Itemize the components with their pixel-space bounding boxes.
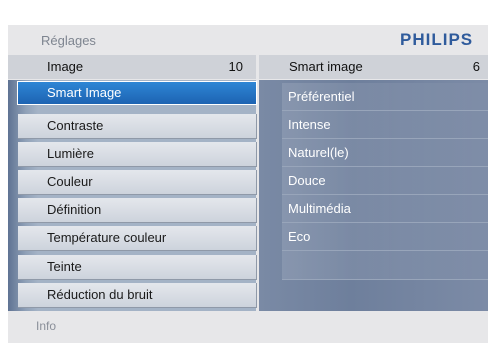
option-eco[interactable]: Eco xyxy=(282,223,488,251)
left-column-header: Image 10 xyxy=(8,55,256,79)
right-column-count: 6 xyxy=(472,59,480,74)
left-column-count: 10 xyxy=(228,59,243,74)
menu-item-noise-reduction[interactable]: Réduction du bruit xyxy=(18,283,257,308)
menu-item-color[interactable]: Couleur xyxy=(18,170,257,195)
menu-item-contrast[interactable]: Contraste xyxy=(18,114,257,139)
menu-item-smart-image[interactable]: Smart Image xyxy=(17,81,257,105)
menu-item-sharpness[interactable]: Définition xyxy=(18,198,257,223)
option-natural[interactable]: Naturel(le) xyxy=(282,139,488,167)
option-label: Préférentiel xyxy=(288,89,355,104)
option-preferential[interactable]: Préférentiel xyxy=(282,83,488,111)
smart-image-options-list: Préférentiel Intense Naturel(le) Douce M… xyxy=(259,80,488,311)
option-label: Douce xyxy=(288,173,326,188)
option-empty-row xyxy=(282,251,488,280)
option-intense[interactable]: Intense xyxy=(282,111,488,139)
brand-logo: PHILIPS xyxy=(400,30,474,49)
menu-item-color-temperature[interactable]: Température couleur xyxy=(18,226,257,251)
right-column-header: Smart image 6 xyxy=(259,55,488,79)
option-label: Naturel(le) xyxy=(288,145,349,160)
option-label: Multimédia xyxy=(288,201,351,216)
left-column-title: Image xyxy=(47,59,84,74)
info-label[interactable]: Info xyxy=(36,319,56,333)
option-label: Eco xyxy=(288,229,311,244)
menu-item-brightness[interactable]: Lumière xyxy=(18,142,257,167)
option-multimedia[interactable]: Multimédia xyxy=(282,195,488,223)
option-soft[interactable]: Douce xyxy=(282,167,488,195)
option-label: Intense xyxy=(288,117,331,132)
right-column-title: Smart image xyxy=(289,59,363,74)
page-title: Réglages xyxy=(41,33,96,48)
menu-item-tint[interactable]: Teinte xyxy=(18,255,257,280)
settings-menu-list: Smart Image Contraste Lumière Couleur Dé… xyxy=(8,80,257,311)
